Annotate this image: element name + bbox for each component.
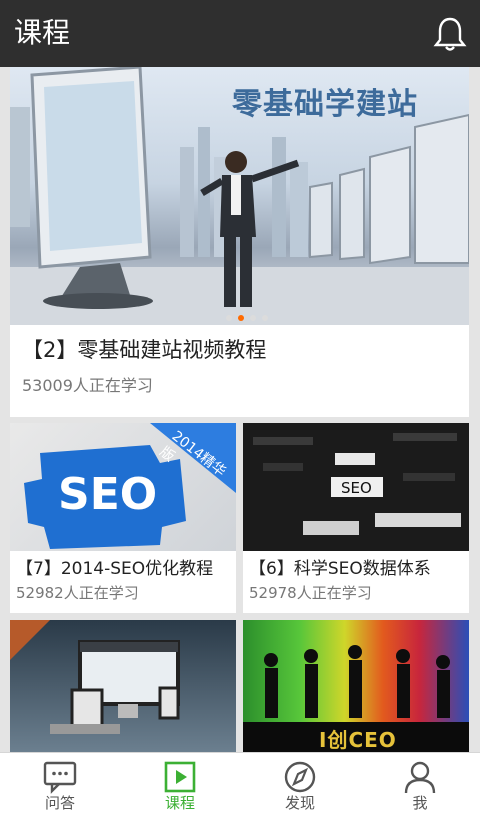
- bottom-navigation: 问答 课程 发现 我: [0, 752, 480, 815]
- carousel-dot-active: [238, 315, 244, 321]
- compass-icon: [284, 761, 316, 793]
- course-thumbnail[interactable]: [10, 620, 236, 752]
- nav-label: 课程: [164, 794, 195, 812]
- bell-icon[interactable]: [433, 16, 467, 52]
- nav-tab-courses[interactable]: 课程: [120, 753, 240, 815]
- course-learner-count: 52982人正在学习: [16, 584, 139, 602]
- thumbnail-seo-text: SEO: [58, 469, 158, 520]
- user-icon: [404, 761, 436, 794]
- featured-banner[interactable]: 零基础学建站: [10, 67, 469, 325]
- nav-label: 问答: [44, 794, 75, 812]
- course-learner-count: 52978人正在学习: [249, 584, 372, 602]
- featured-learner-count: 53009人正在学习: [22, 376, 153, 395]
- nav-tab-me[interactable]: 我: [360, 753, 480, 815]
- course-title[interactable]: 【6】科学SEO数据体系: [249, 557, 465, 581]
- course-card[interactable]: [10, 620, 236, 752]
- featured-course-title[interactable]: 【2】零基础建站视频教程: [22, 335, 266, 365]
- course-thumbnail[interactable]: SEO 2014精华版: [10, 423, 236, 551]
- nav-tab-discover[interactable]: 发现: [240, 753, 360, 815]
- course-thumbnail[interactable]: SEO: [243, 423, 469, 551]
- carousel-dot: [250, 315, 256, 321]
- course-card[interactable]: SEO 【6】科学SEO数据体系 52978人正在学习: [243, 423, 469, 613]
- carousel-indicator: [226, 315, 268, 321]
- responsive-devices-illustration: [10, 620, 180, 734]
- thumbnail-logo-text: I创CEO: [319, 728, 397, 752]
- featured-course-card[interactable]: 零基础学建站 【2】零基础建站视频教程 53009人正在学习: [10, 67, 469, 417]
- carousel-dot: [226, 315, 232, 321]
- thumbnail-seo-text: SEO: [341, 479, 372, 497]
- banner-headline: 零基础学建站: [232, 87, 418, 122]
- nav-label: 发现: [284, 794, 315, 812]
- nav-label: 我: [412, 794, 428, 812]
- course-card[interactable]: I创CEO: [243, 620, 469, 752]
- course-card[interactable]: SEO 2014精华版 【7】2014-SEO优化教程 52982人正在学习: [10, 423, 236, 613]
- play-icon: [164, 761, 196, 793]
- top-bar: 课程: [0, 0, 480, 67]
- nav-tab-qa[interactable]: 问答: [0, 753, 120, 815]
- chat-icon: [43, 761, 77, 794]
- carousel-dot: [262, 315, 268, 321]
- course-thumbnail[interactable]: I创CEO: [243, 620, 469, 752]
- course-title[interactable]: 【7】2014-SEO优化教程: [16, 557, 232, 581]
- page-title: 课程: [14, 16, 71, 49]
